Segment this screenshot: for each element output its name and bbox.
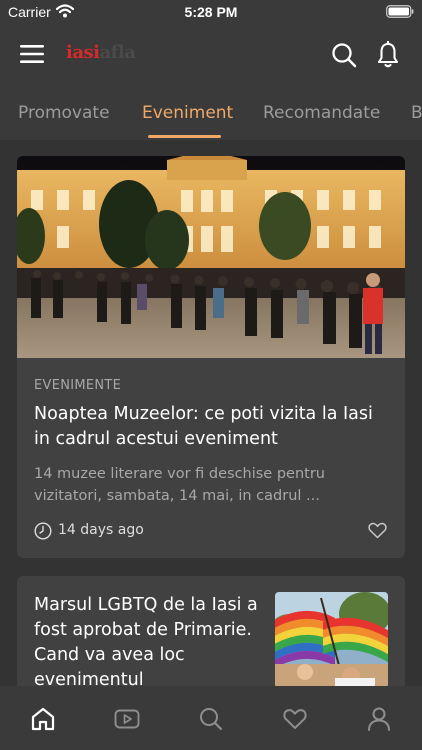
menu-icon[interactable] (20, 44, 44, 64)
article-category: EVENIMENTE (34, 378, 122, 393)
featured-article-card[interactable]: EVENIMENTE Noaptea Muzeelor: ce poti viz… (17, 156, 405, 558)
home-icon[interactable] (30, 706, 56, 732)
profile-icon[interactable] (366, 706, 392, 732)
clock-icon (34, 522, 52, 540)
bottom-navigation (0, 686, 422, 750)
article-time: 14 days ago (58, 522, 144, 538)
logo-part-afla: afla (99, 42, 136, 63)
article-card[interactable]: Marsul LGBTQ de la Iasi a fost aprobat d… (17, 576, 405, 686)
heart-icon[interactable] (368, 522, 387, 539)
heart-icon[interactable] (282, 706, 308, 732)
logo-part-iasi: iasi (66, 42, 100, 63)
news-feed[interactable]: EVENIMENTE Noaptea Muzeelor: ce poti viz… (0, 140, 422, 686)
status-bar: Carrier 5:28 PM (0, 0, 422, 24)
tab-promovate[interactable]: Promovate (18, 103, 110, 123)
category-tabs: Promovate Eveniment Recomandate B (0, 86, 422, 140)
article-image-pride-flags[interactable] (275, 592, 388, 686)
app-logo[interactable]: iasiafla (66, 42, 136, 63)
search-icon[interactable] (331, 42, 357, 68)
video-icon[interactable] (114, 706, 140, 732)
app-header: iasiafla (0, 24, 422, 86)
search-icon[interactable] (198, 706, 224, 732)
article-title[interactable]: Noaptea Muzeelor: ce poti vizita la Iasi… (34, 402, 394, 452)
tab-recomandate[interactable]: Recomandate (263, 103, 380, 123)
battery-icon (386, 5, 414, 18)
status-time: 5:28 PM (184, 4, 238, 20)
article-summary: 14 muzee literare vor fi deschise pentru… (34, 466, 325, 504)
article-image-museum-night[interactable] (17, 156, 405, 358)
tab-eveniment[interactable]: Eveniment (142, 103, 233, 123)
article-title[interactable]: Marsul LGBTQ de la Iasi a fost aprobat d… (34, 593, 259, 686)
tab-next-partial[interactable]: B (411, 103, 422, 123)
bell-icon[interactable] (376, 41, 400, 69)
active-tab-indicator (148, 135, 221, 138)
